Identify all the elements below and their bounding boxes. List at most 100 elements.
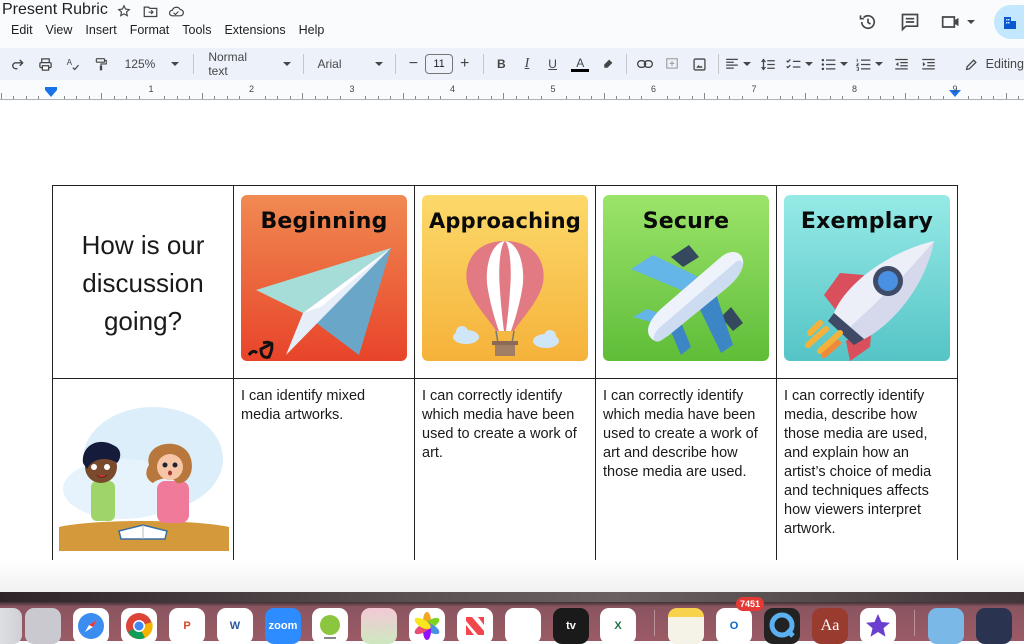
menu-view[interactable]: View (46, 23, 80, 37)
beginning-card: Beginning (241, 195, 407, 361)
document-page[interactable]: How is our discussion going? Beginning A… (0, 101, 1024, 591)
dock-icon-geography-app[interactable] (312, 608, 348, 644)
secure-card: Secure (603, 195, 769, 361)
dock-icon-outlook[interactable]: O (716, 608, 752, 644)
notification-badge: 7451 (736, 597, 765, 611)
italic-button[interactable]: I (515, 52, 539, 76)
align-select[interactable] (725, 52, 751, 76)
menu-insert[interactable]: Insert (85, 23, 123, 37)
title-bar: Present Rubric Edit View Insert Format T… (0, 0, 1024, 46)
dock-icon-chrome[interactable] (121, 608, 157, 644)
level-image-cell[interactable]: Exemplary (776, 185, 958, 379)
increase-font-size-button[interactable]: + (453, 52, 477, 76)
highlight-pen-icon[interactable] (596, 52, 620, 76)
comments-icon[interactable] (896, 8, 924, 36)
paragraph-style-select[interactable]: Normal text (208, 50, 291, 78)
dock-icon-safari[interactable] (73, 608, 109, 644)
page-bottom-shadow (0, 560, 1024, 592)
ruler-tick (277, 96, 279, 99)
editing-mode-button[interactable]: Editing (965, 57, 1024, 71)
line-spacing-icon[interactable] (757, 52, 781, 76)
text-color-button[interactable]: A (568, 52, 592, 76)
bulleted-list-select[interactable] (821, 52, 849, 76)
dock-icon-notes[interactable] (668, 608, 704, 644)
meet-video-icon[interactable] (938, 8, 978, 36)
ruler-tick (729, 96, 731, 99)
redo-icon[interactable] (6, 52, 30, 76)
dock-icon-excel[interactable]: X (600, 608, 636, 644)
level-label: Beginning (260, 209, 388, 234)
ruler-tick (993, 96, 995, 99)
decrease-font-size-button[interactable]: − (402, 52, 426, 76)
level-image-cell[interactable]: Approaching (414, 185, 596, 379)
ruler-tick (377, 96, 379, 99)
menu-edit[interactable]: Edit (11, 23, 40, 37)
dock-icon-glyph: P (183, 620, 191, 632)
menu-tools[interactable]: Tools (182, 23, 218, 37)
share-button[interactable] (994, 5, 1024, 39)
star-icon (866, 614, 890, 637)
dock-icon-glyph: Aa (820, 617, 840, 634)
dock-icon-imovie[interactable] (860, 608, 896, 644)
ruler-tick (226, 96, 228, 99)
dock-icon-launchpad[interactable] (25, 608, 61, 644)
dock-icon-maps[interactable] (361, 608, 397, 644)
dock-icon-news[interactable] (457, 608, 493, 644)
menu-help[interactable]: Help (299, 23, 332, 37)
ruler-tick (76, 96, 78, 99)
move-to-folder-icon[interactable] (142, 3, 158, 19)
ruler-tick (591, 96, 593, 99)
ruler[interactable]: 1 2 3 4 5 6 7 8 9 (0, 80, 1024, 100)
level-description[interactable]: I can correctly identify media, describe… (776, 378, 958, 566)
ruler-tick (189, 96, 191, 99)
dock-separator (654, 610, 655, 636)
menu-extensions[interactable]: Extensions (224, 23, 292, 37)
dock-icon-dictionary[interactable]: Aa (812, 608, 848, 644)
font-family-select[interactable]: Arial (317, 57, 383, 71)
toolbar-divider (482, 54, 484, 74)
dock-icon-apple-tv[interactable]: tv (553, 608, 589, 644)
add-comment-icon[interactable] (660, 52, 684, 76)
dock-icon-zoom[interactable]: zoom (265, 608, 301, 644)
underline-button[interactable]: U (541, 52, 565, 76)
dock-icon-network-radar[interactable] (976, 608, 1012, 644)
spellcheck-icon[interactable]: A (61, 52, 85, 76)
level-description[interactable]: I can identify mixed media artworks. (233, 378, 415, 566)
insert-link-icon[interactable] (633, 52, 657, 76)
level-description[interactable]: I can correctly identify which media hav… (414, 378, 596, 566)
dock-icon-finder[interactable] (0, 608, 22, 644)
question-line: going? (103, 306, 183, 336)
dock-icon-glyph: tv (566, 620, 576, 632)
increase-indent-icon[interactable] (917, 52, 941, 76)
star-icon[interactable] (116, 3, 132, 19)
dock-icon-glyph: O (729, 620, 739, 632)
left-indent-marker[interactable] (45, 90, 57, 97)
print-icon[interactable] (34, 52, 58, 76)
ruler-tick (415, 96, 417, 99)
level-description[interactable]: I can correctly identify which media hav… (595, 378, 777, 566)
numbered-list-select[interactable] (856, 52, 884, 76)
insert-image-icon[interactable] (688, 52, 712, 76)
checklist-select[interactable] (786, 52, 814, 76)
bold-button[interactable]: B (489, 52, 513, 76)
chevron-down-icon (282, 62, 291, 66)
paint-format-icon[interactable] (89, 52, 113, 76)
dock-icon-powerpoint[interactable]: P (169, 608, 205, 644)
toolbar: A 125% Normal text Arial − 11 + B I U A (0, 48, 1024, 80)
cloud-saved-icon[interactable] (168, 3, 184, 19)
dock-icon-quicktime[interactable] (764, 608, 800, 644)
zoom-select[interactable]: 125% (125, 57, 180, 71)
font-size-input[interactable]: 11 (425, 54, 453, 74)
level-image-cell[interactable]: Beginning (233, 185, 415, 379)
dock-icon-photos[interactable] (409, 608, 445, 644)
document-title[interactable]: Present Rubric (2, 1, 108, 19)
level-image-cell[interactable]: Secure (595, 185, 777, 379)
dock-icon-freeform[interactable] (505, 608, 541, 644)
illustration-cell[interactable] (52, 378, 234, 566)
dock-icon-word[interactable]: W (217, 608, 253, 644)
version-history-icon[interactable] (854, 8, 882, 36)
decrease-indent-icon[interactable] (889, 52, 913, 76)
menu-format[interactable]: Format (130, 23, 177, 37)
question-cell[interactable]: How is our discussion going? (52, 185, 234, 379)
dock-icon-applications-folder[interactable] (928, 608, 964, 644)
